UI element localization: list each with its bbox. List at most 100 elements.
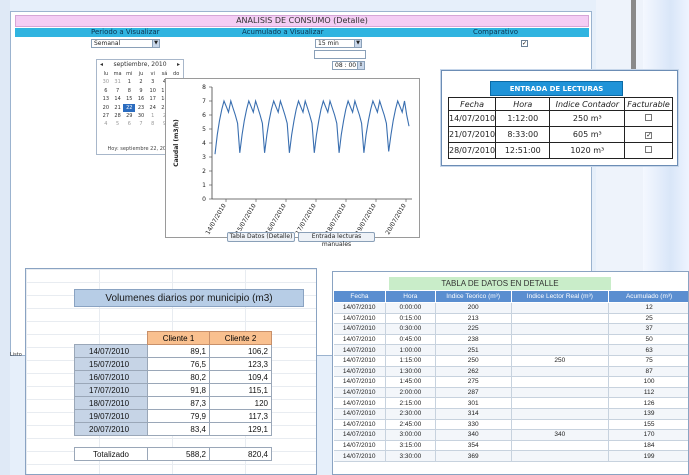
detail-real-index <box>511 397 610 409</box>
volume-c1: 83,4 <box>147 422 210 436</box>
calendar-day[interactable]: 5 <box>112 120 124 128</box>
filter-header-row: Periodo a Visualizar Acumulado a Visuali… <box>15 28 589 37</box>
detail-time: 3:00:00 <box>385 429 436 441</box>
calendar-day[interactable]: 22 <box>123 103 136 112</box>
detail-theoretical-index: 275 <box>435 376 512 388</box>
calendar-day[interactable]: 28 <box>112 112 124 120</box>
total-c1: 588,2 <box>147 447 210 461</box>
volume-c2: 120 <box>209 396 272 410</box>
empty-input-field[interactable] <box>314 50 366 59</box>
comparativo-checkbox[interactable]: ✓ <box>521 40 528 47</box>
facturable-checkbox[interactable]: ✓ <box>645 132 653 139</box>
table-row: 14/07/2010 2:30:00 314 139 <box>333 408 688 420</box>
detail-real-index <box>511 302 610 314</box>
table-row: 14/07/2010 3:30:00 369 199 <box>333 450 688 462</box>
calendar-day[interactable]: 21 <box>112 104 124 112</box>
daily-volumes-title: Volumenes diarios por municipio (m3) <box>74 289 304 307</box>
detail-accumulated: 170 <box>608 429 688 441</box>
detail-time: 2:15:00 <box>385 397 436 409</box>
x-tick-label: 19/07/2010 <box>354 202 377 236</box>
detail-real-index <box>511 334 610 346</box>
calendar-day[interactable]: 1 <box>123 78 135 86</box>
calendar-day[interactable]: 30 <box>135 112 147 120</box>
detail-time: 0:30:00 <box>385 323 436 335</box>
volume-c2: 117,3 <box>209 409 272 423</box>
calendar-day[interactable]: 6 <box>123 120 135 128</box>
calendar-day[interactable]: 8 <box>147 120 159 128</box>
table-row: 14/07/2010 2:00:00 287 112 <box>333 387 688 399</box>
reading-time: 8:33:00 <box>495 126 551 143</box>
next-month-icon[interactable]: ▸ <box>177 60 180 69</box>
volume-date: 19/07/2010 <box>74 409 148 423</box>
table-row: 14/07/2010 1:30:00 262 87 <box>333 366 688 378</box>
facturable-checkbox[interactable] <box>645 114 653 121</box>
chevron-down-icon[interactable]: ▼ <box>354 40 361 47</box>
detail-time: 3:30:00 <box>385 450 436 462</box>
volume-c1: 87,3 <box>147 396 210 410</box>
calendar-day[interactable]: 7 <box>135 120 147 128</box>
spinner-icon[interactable]: ⇕ <box>357 62 364 69</box>
entrada-lecturas-button[interactable]: Entrada lecturas manuales <box>298 232 375 248</box>
detail-date: 14/07/2010 <box>333 302 386 314</box>
detail-real-index <box>511 419 610 431</box>
calendar-day[interactable]: 8 <box>123 87 135 95</box>
time-spinner[interactable]: 08 : 00 ⇕ <box>332 61 365 70</box>
detail-real-index <box>511 366 610 378</box>
calendar-day[interactable]: 31 <box>112 78 124 86</box>
detail-theoretical-index: 200 <box>435 302 512 314</box>
facturable-cell <box>624 110 673 127</box>
detail-theoretical-index: 262 <box>435 366 512 378</box>
detail-date: 14/07/2010 <box>333 387 386 399</box>
volume-c1: 76,5 <box>147 357 210 371</box>
acumulado-select-value: 15 min <box>318 40 339 47</box>
total-label: Totalizado <box>74 447 148 461</box>
calendar-day[interactable]: 15 <box>123 95 135 103</box>
detail-date: 14/07/2010 <box>333 450 386 462</box>
table-row: 14/07/2010 0:45:00 238 50 <box>333 334 688 346</box>
calendar-day[interactable]: 29 <box>123 112 135 120</box>
calendar-day[interactable]: 17 <box>147 95 159 103</box>
calendar-day[interactable]: 6 <box>100 87 112 95</box>
tabla-datos-button[interactable]: Tabla Datos (Detalle) <box>227 232 295 242</box>
detail-real-index <box>511 344 610 356</box>
table-row: 14/07/2010 3:00:00 340 340 170 <box>333 429 688 441</box>
calendar-day[interactable]: 30 <box>100 78 112 86</box>
calendar-day[interactable]: 3 <box>147 78 159 86</box>
table-row: 14/07/2010 2:45:00 330 155 <box>333 419 688 431</box>
calendar-day[interactable]: 7 <box>112 87 124 95</box>
volume-c1: 91,8 <box>147 383 210 397</box>
calendar-day[interactable]: 16 <box>135 95 147 103</box>
x-tick-label: 17/07/2010 <box>294 202 317 236</box>
detail-theoretical-index: 250 <box>435 355 512 367</box>
volume-date: 20/07/2010 <box>74 422 148 436</box>
reading-index: 250 m³ <box>549 110 626 127</box>
detail-date: 14/07/2010 <box>333 440 386 452</box>
calendar-day[interactable]: 4 <box>100 120 112 128</box>
detail-time: 2:30:00 <box>385 408 436 420</box>
calendar-day[interactable]: 14 <box>112 95 124 103</box>
detail-date: 14/07/2010 <box>333 344 386 356</box>
column-header: Fecha <box>333 290 386 303</box>
calendar-weekday: ma <box>113 71 122 77</box>
calendar-day[interactable]: 9 <box>135 87 147 95</box>
periodo-select[interactable]: Semanal ▼ <box>91 39 160 48</box>
facturable-checkbox[interactable] <box>645 146 653 153</box>
y-tick-label: 0 <box>202 196 206 203</box>
calendar-day[interactable]: 24 <box>147 104 159 112</box>
calendar-day[interactable]: 1 <box>147 112 159 120</box>
calendar-day[interactable]: 23 <box>135 104 147 112</box>
calendar-day[interactable]: 27 <box>100 112 112 120</box>
detail-theoretical-index: 354 <box>435 440 512 452</box>
calendar-weekday: ju <box>138 71 144 77</box>
calendar-day[interactable]: 2 <box>135 78 147 86</box>
detail-real-index <box>511 313 610 325</box>
acumulado-select[interactable]: 15 min ▼ <box>315 39 362 48</box>
volume-c2: 115,1 <box>209 383 272 397</box>
calendar-day[interactable]: 20 <box>100 104 112 112</box>
chevron-down-icon[interactable]: ▼ <box>152 40 159 47</box>
prev-month-icon[interactable]: ◂ <box>100 60 103 69</box>
detail-real-index <box>511 387 610 399</box>
calendar-day[interactable]: 10 <box>147 87 159 95</box>
comparativo-label: Comparativo <box>473 28 519 36</box>
calendar-day[interactable]: 13 <box>100 95 112 103</box>
